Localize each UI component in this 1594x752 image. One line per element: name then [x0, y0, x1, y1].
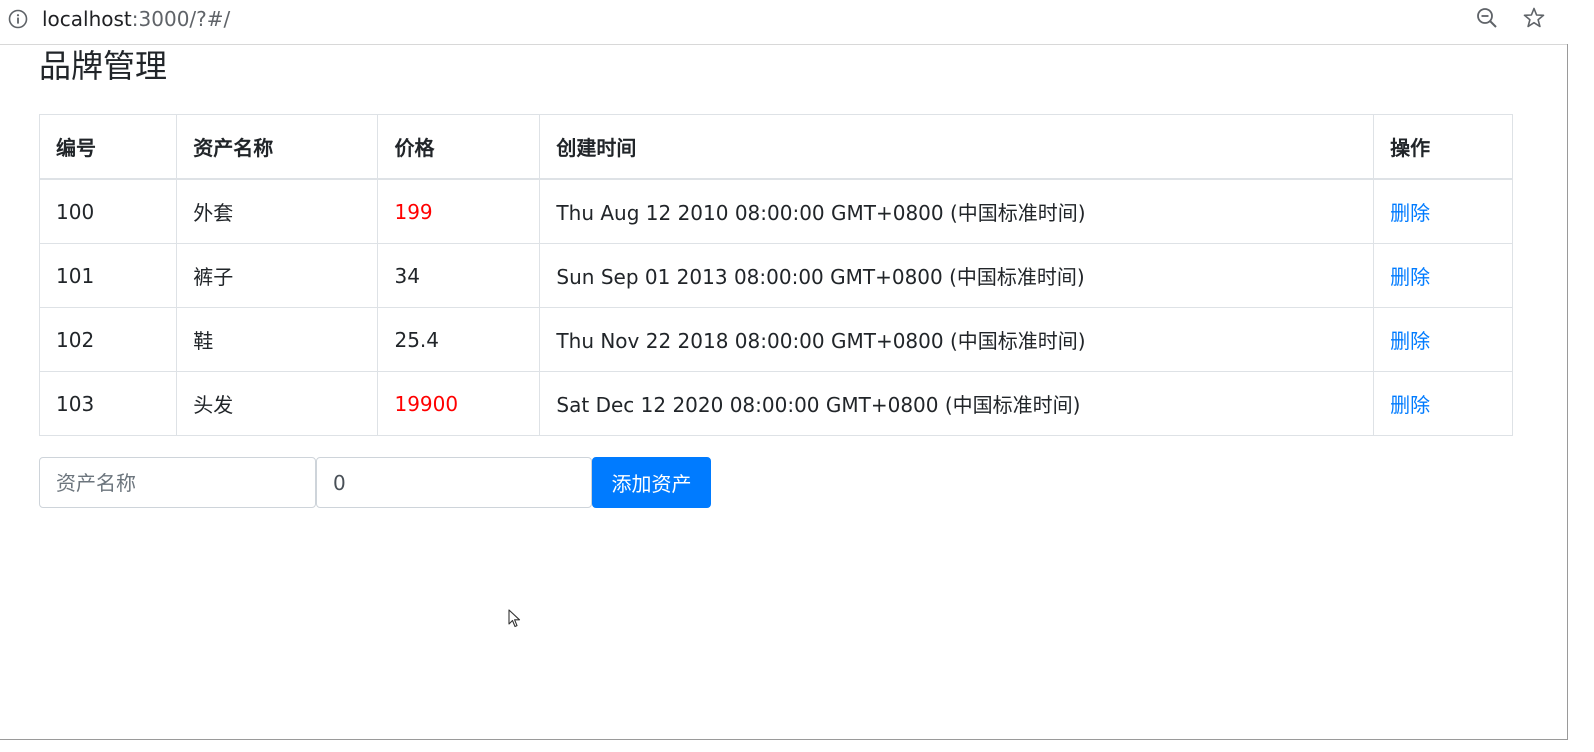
cell-created: Thu Nov 22 2018 08:00:00 GMT+0800 (中国标准时… [539, 307, 1375, 372]
header-created: 创建时间 [539, 114, 1375, 180]
table-row: 103 头发 19900 Sat Dec 12 2020 08:00:00 GM… [38, 371, 1513, 436]
page-title: 品牌管理 [39, 47, 168, 85]
cell-actions: 删除 [1373, 243, 1513, 308]
cell-actions: 删除 [1373, 307, 1513, 372]
assets-table: 编号 资产名称 价格 创建时间 操作 100 外套 199 Thu Aug 12… [38, 114, 1513, 436]
cell-id: 102 [38, 307, 178, 372]
add-asset-button[interactable]: 添加资产 [592, 457, 711, 508]
url-path: :3000/?#/ [131, 7, 231, 31]
table-row: 102 鞋 25.4 Thu Nov 22 2018 08:00:00 GMT+… [38, 307, 1513, 372]
cell-name: 头发 [176, 371, 379, 436]
window-bottom-border [0, 739, 1568, 740]
header-id: 编号 [38, 114, 178, 180]
zoom-out-icon[interactable] [1476, 7, 1498, 29]
cell-id: 103 [38, 371, 178, 436]
url-field[interactable]: localhost:3000/?#/ [42, 6, 230, 32]
delete-link[interactable]: 删除 [1390, 393, 1430, 417]
cell-name: 外套 [176, 178, 379, 244]
cell-price: 199 [377, 178, 541, 244]
browser-address-bar: localhost:3000/?#/ [0, 0, 1568, 45]
asset-name-input[interactable] [39, 457, 316, 508]
star-icon[interactable] [1522, 6, 1546, 30]
cell-id: 100 [38, 178, 178, 244]
cell-created: Thu Aug 12 2010 08:00:00 GMT+0800 (中国标准时… [539, 178, 1375, 244]
cell-price: 25.4 [377, 307, 541, 372]
cell-id: 101 [38, 243, 178, 308]
delete-link[interactable]: 删除 [1390, 265, 1430, 289]
cell-actions: 删除 [1373, 371, 1513, 436]
cell-price: 19900 [377, 371, 541, 436]
url-host: localhost [42, 7, 132, 31]
table-row: 100 外套 199 Thu Aug 12 2010 08:00:00 GMT+… [38, 178, 1513, 244]
cell-name: 裤子 [176, 243, 379, 308]
cell-price: 34 [377, 243, 541, 308]
header-name: 资产名称 [176, 114, 379, 180]
cell-actions: 删除 [1373, 178, 1513, 244]
cell-created: Sat Dec 12 2020 08:00:00 GMT+0800 (中国标准时… [539, 371, 1375, 436]
header-price: 价格 [377, 114, 541, 180]
cell-name: 鞋 [176, 307, 379, 372]
mouse-cursor-icon [508, 609, 521, 628]
table-row: 101 裤子 34 Sun Sep 01 2013 08:00:00 GMT+0… [38, 243, 1513, 308]
delete-link[interactable]: 删除 [1390, 329, 1430, 353]
cell-created: Sun Sep 01 2013 08:00:00 GMT+0800 (中国标准时… [539, 243, 1375, 308]
delete-link[interactable]: 删除 [1390, 201, 1430, 225]
table-header-row: 编号 资产名称 价格 创建时间 操作 [38, 114, 1513, 180]
window-right-border [1567, 44, 1568, 740]
header-actions: 操作 [1373, 114, 1513, 180]
info-icon[interactable] [8, 9, 28, 29]
asset-price-input[interactable] [316, 457, 592, 508]
